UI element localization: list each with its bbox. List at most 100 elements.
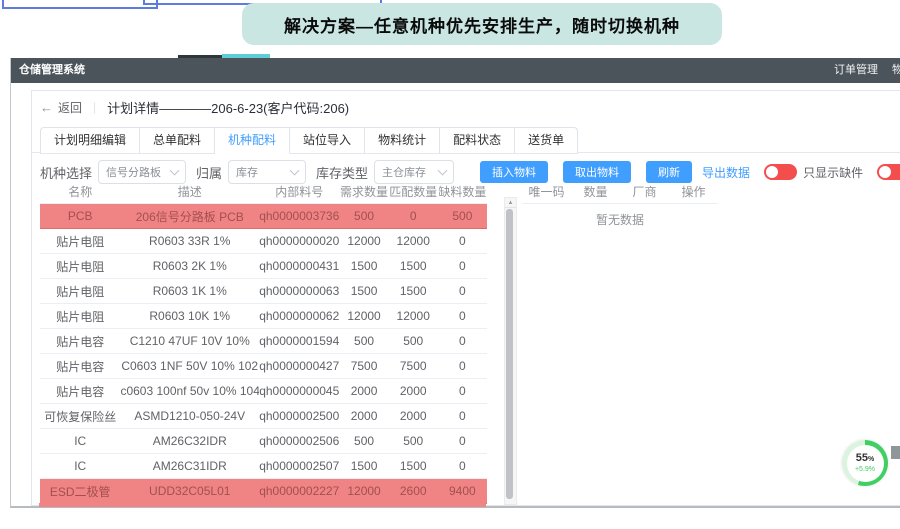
table-cell: 贴片电阻 <box>40 258 120 275</box>
tab-机种配料[interactable]: 机种配料 <box>215 128 290 154</box>
table-cell: 1500 <box>389 459 438 473</box>
scrollbar-up-icon[interactable]: ▲ <box>505 198 516 208</box>
breadcrumb-divider: | <box>93 100 96 114</box>
table-cell: qh0000000062 <box>259 309 339 323</box>
table-cell: 贴片电阻 <box>40 283 120 300</box>
table-cell: 0 <box>389 209 438 223</box>
progress-badge[interactable]: 55% +5.9% <box>842 440 888 486</box>
table-row[interactable]: 贴片电阻R0603 1K 1%qh0000000063150015000 <box>40 279 487 304</box>
table-row[interactable]: 贴片电容C0603 1NF 50V 10% 102qh0000000427750… <box>40 354 487 379</box>
left-table-header: 名称描述内部料号需求数量匹配数量缺料数量 <box>40 179 487 204</box>
clipped-row-strip <box>39 503 486 507</box>
table-row[interactable]: 贴片电阻R0603 2K 1%qh0000000431150015000 <box>40 254 487 279</box>
table-cell: 1500 <box>339 284 388 298</box>
back-button[interactable]: ← 返回 <box>40 99 82 116</box>
table-cell: R0603 33R 1% <box>120 234 259 248</box>
table-cell: UDD32C05L01 <box>120 484 259 498</box>
table-cell: 贴片电容 <box>40 383 120 400</box>
content-card: ← 返回 | 计划详情————206-6-23(客户代码:206) 计划明细编辑… <box>31 90 900 506</box>
table-cell: 12000 <box>389 234 438 248</box>
table-cell: 500 <box>339 209 388 223</box>
materials-table: 名称描述内部料号需求数量匹配数量缺料数量 PCB206信号分路板 PCBqh00… <box>40 179 487 504</box>
table-cell: 2000 <box>389 409 438 423</box>
tab-配料状态[interactable]: 配料状态 <box>440 128 515 154</box>
table-cell: 贴片电阻 <box>40 233 120 250</box>
show-only-missing-toggle[interactable] <box>764 164 797 180</box>
back-label: 返回 <box>58 99 82 116</box>
table-cell: R0603 10K 1% <box>120 309 259 323</box>
table-cell: 0 <box>438 284 487 298</box>
progress-inner: 55% +5.9% <box>847 445 884 482</box>
column-header: 描述 <box>120 183 259 200</box>
table-cell: 500 <box>339 334 388 348</box>
table-row[interactable]: ESD二极管UDD32C05L01qh000000222712000260094… <box>40 479 487 504</box>
table-cell: 12000 <box>389 309 438 323</box>
column-header: 内部料号 <box>259 183 339 200</box>
toggle-knob <box>879 166 891 178</box>
table-cell: qh0000002227 <box>259 484 339 498</box>
page-title: 计划详情————206-6-23(客户代码:206) <box>107 98 349 117</box>
column-header: 唯一码 <box>522 183 571 200</box>
chevron-down-icon <box>170 166 180 176</box>
unique-code-table: 唯一码数量厂商操作 暂无数据 <box>522 179 718 204</box>
column-header: 操作 <box>669 183 718 200</box>
slide-decoration-box <box>2 0 158 9</box>
table-cell: qh0000000020 <box>259 234 339 248</box>
table-row[interactable]: ICAM26C32IDRqh00000025065005000 <box>40 429 487 454</box>
table-cell: 2600 <box>389 484 438 498</box>
nav-item-material-management[interactable]: 物料管理 <box>892 58 900 83</box>
table-cell: PCB <box>40 209 120 223</box>
app-title: 仓储管理系统 <box>19 58 85 83</box>
tab-总单配料[interactable]: 总单配料 <box>140 128 215 154</box>
app-header-bar: 仓储管理系统 订单管理 物料管理 <box>11 58 900 83</box>
table-scrollbar[interactable]: ▲ <box>504 197 517 505</box>
table-cell: R0603 1K 1% <box>120 284 259 298</box>
show-only-smd-toggle[interactable] <box>877 164 900 180</box>
table-cell: 贴片电阻 <box>40 308 120 325</box>
table-cell: qh0000000427 <box>259 359 339 373</box>
table-cell: 0 <box>438 459 487 473</box>
nav-item-order-management[interactable]: 订单管理 <box>834 58 878 83</box>
column-header: 厂商 <box>620 183 669 200</box>
table-cell: 9400 <box>438 484 487 498</box>
progress-delta: +5.9% <box>855 466 875 474</box>
chevron-down-icon <box>438 166 448 176</box>
table-cell: qh0000000431 <box>259 259 339 273</box>
chevron-down-icon <box>290 166 300 176</box>
column-header: 需求数量 <box>339 183 388 200</box>
table-cell: 0 <box>438 384 487 398</box>
table-cell: qh0000001594 <box>259 334 339 348</box>
table-cell: ESD二极管 <box>40 483 120 500</box>
table-row[interactable]: 贴片电容C1210 47UF 10V 10%qh0000001594500500… <box>40 329 487 354</box>
table-cell: 7500 <box>389 359 438 373</box>
table-cell: 1500 <box>389 259 438 273</box>
table-row[interactable]: 贴片电阻R0603 10K 1%qh000000006212000120000 <box>40 304 487 329</box>
breadcrumb: ← 返回 | 计划详情————206-6-23(客户代码:206) <box>40 96 349 118</box>
table-cell: qh0000002500 <box>259 409 339 423</box>
table-cell: AM26C31IDR <box>120 459 259 473</box>
table-cell: IC <box>40 434 120 448</box>
table-row[interactable]: ICAM26C31IDRqh0000002507150015000 <box>40 454 487 479</box>
edge-widget <box>891 446 900 459</box>
table-cell: C0603 1NF 50V 10% 102 <box>120 359 259 373</box>
table-cell: 0 <box>438 259 487 273</box>
table-row[interactable]: 贴片电容c0603 100nf 50v 10% 104qh00000000452… <box>40 379 487 404</box>
tab-计划明细编辑[interactable]: 计划明细编辑 <box>41 128 140 154</box>
export-data-link[interactable]: 导出数据 <box>702 164 750 181</box>
table-row[interactable]: PCB206信号分路板 PCBqh00000037365000500 <box>40 204 487 229</box>
scrollbar-thumb[interactable] <box>506 209 513 499</box>
table-row[interactable]: 可恢复保险丝ASMD1210-050-24Vqh0000002500200020… <box>40 404 487 429</box>
tab-物料统计[interactable]: 物料统计 <box>365 128 440 154</box>
tab-站位导入[interactable]: 站位导入 <box>290 128 365 154</box>
table-cell: c0603 100nf 50v 10% 104 <box>120 384 259 398</box>
empty-data-text: 暂无数据 <box>522 211 718 228</box>
table-cell: 1500 <box>339 259 388 273</box>
table-cell: 7500 <box>339 359 388 373</box>
tab-送货单[interactable]: 送货单 <box>515 128 577 154</box>
show-only-missing-label: 只显示缺件 <box>803 164 863 181</box>
table-cell: 2000 <box>339 384 388 398</box>
table-cell: 500 <box>438 209 487 223</box>
table-row[interactable]: 贴片电阻R0603 33R 1%qh000000002012000120000 <box>40 229 487 254</box>
table-cell: qh0000000045 <box>259 384 339 398</box>
column-header: 数量 <box>571 183 620 200</box>
